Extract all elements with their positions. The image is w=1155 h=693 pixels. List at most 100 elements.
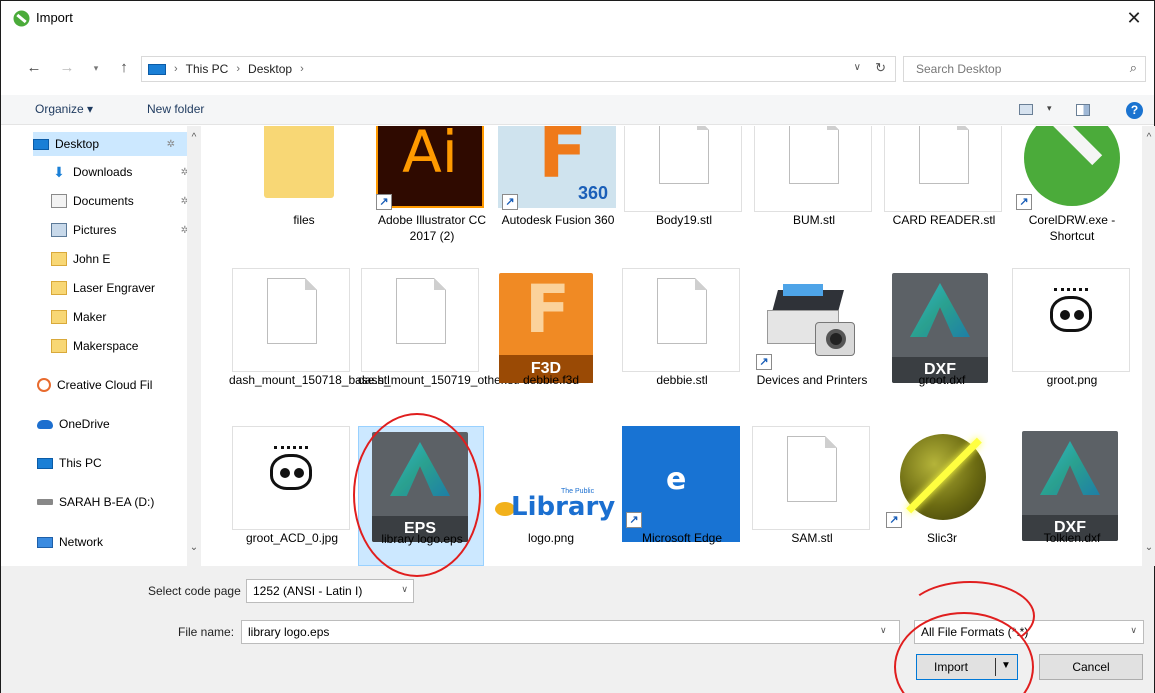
file-item-debbie-stl[interactable]: debbie.stl [619,268,745,408]
more-views-dropdown-icon[interactable]: ▾ [1047,103,1052,114]
sidebar-item-john-e[interactable]: John E [51,247,201,271]
breadcrumb-separator: › [236,63,241,75]
filename-field[interactable] [241,620,900,644]
scroll-up-icon[interactable]: ^ [187,132,201,143]
file-item-coreldraw-shortcut[interactable]: ↗ CorelDRW.exe - Shortcut [1009,126,1135,248]
logo-text: Library [511,492,616,522]
file-item-dash-mount-base[interactable]: dash_mount_150718_base.stl [229,268,390,408]
address-row: ← → ▾ ↑ › This PC › Desktop › ∨ ↻ Search… [1,53,1154,85]
help-icon[interactable]: ? [1126,102,1143,119]
sidebar-item-label: Network [59,535,104,549]
eps-file-icon: EPS [362,427,480,542]
file-label: Body19.stl [655,213,713,227]
f3d-file-icon: F F3D [491,268,609,383]
sidebar-item-this-pc[interactable]: This PC [37,451,187,475]
file-label: SAM.stl [791,531,833,545]
sidebar-item-drive-d[interactable]: SARAH B-EA (D:) [37,490,187,514]
sidebar-item-laser-engraver[interactable]: Laser Engraver [51,276,201,300]
shortcut-arrow-icon: ↗ [756,354,772,370]
file-label: debbie.stl [656,373,708,387]
file-item-debbie-f3d[interactable]: F F3D debbie.f3d [488,268,614,408]
sidebar-item-network[interactable]: Network [37,530,187,554]
file-item-tolkien-dxf[interactable]: DXF Tolkien.dxf [1009,426,1135,566]
file-label: library logo.eps [381,532,463,546]
file-item-card-reader-stl[interactable]: CARD READER.stl [881,126,1007,248]
breadcrumb-desktop[interactable]: Desktop [248,62,292,76]
sidebar-item-makerspace[interactable]: Makerspace [51,334,201,358]
file-label: files [293,213,315,227]
change-view-icon[interactable] [1019,104,1033,115]
file-type-select[interactable]: All File Formats (*.*) ∨ [914,620,1144,644]
file-list-scrollbar[interactable]: ^ ⌄ [1142,126,1155,566]
file-item-logo-png[interactable]: The Public Library logo.png [488,426,616,566]
file-item-sam-stl[interactable]: SAM.stl [749,426,875,566]
preview-pane-icon[interactable] [1076,104,1090,116]
file-item-dash-mount-other[interactable]: dash_mount_150719_other.stl [358,268,520,408]
scroll-up-icon[interactable]: ^ [1142,132,1155,143]
sidebar-item-downloads[interactable]: ⬇ Downloads ✲ [51,160,201,184]
filename-history-dropdown-icon[interactable]: ∨ [880,625,887,636]
network-icon [37,536,53,548]
organize-menu-button[interactable]: Organize ▾ [35,102,93,116]
blank-document-icon [884,126,1002,212]
this-pc-icon [148,63,166,75]
file-item-adobe-illustrator[interactable]: Ai ↗ Adobe Illustrator CC 2017 (2) [369,126,495,248]
sidebar-item-label: Desktop [55,137,100,151]
f-glyph: F [525,271,571,348]
sidebar-item-pictures[interactable]: Pictures ✲ [51,218,201,242]
onedrive-icon [37,419,53,429]
back-button[interactable]: ← [23,59,45,76]
dxf-file-icon: DXF [882,268,1000,383]
blank-document-icon [622,268,740,372]
file-item-devices-printers[interactable]: ↗ Devices and Printers [749,268,875,408]
search-placeholder: Search Desktop [916,62,1002,76]
sidebar-item-desktop[interactable]: Desktop ✲ [33,132,187,156]
printer-icon: ↗ [752,268,870,372]
sidebar-item-documents[interactable]: Documents ✲ [51,189,201,213]
shortcut-arrow-icon: ↗ [502,194,518,210]
edge-glyph: e [666,462,687,497]
file-label: dash_mount_150719_other.stl [358,373,520,387]
file-item-groot-acd-jpg[interactable]: groot_ACD_0.jpg [229,426,355,566]
import-button[interactable]: Import ▼ [916,654,1018,680]
address-bar[interactable]: › This PC › Desktop › ∨ ↻ [141,56,896,82]
file-item-fusion-360[interactable]: F 360 ↗ Autodesk Fusion 360 [495,126,621,248]
sidebar-item-maker[interactable]: Maker [51,305,201,329]
pin-icon: ✲ [166,138,175,150]
sidebar-item-onedrive[interactable]: OneDrive [37,412,187,436]
dxf-file-icon: DXF [1012,426,1130,541]
scroll-down-icon[interactable]: ⌄ [1142,542,1155,553]
file-item-library-logo-eps[interactable]: EPS library logo.eps [358,426,484,566]
file-item-bum-stl[interactable]: BUM.stl [751,126,877,248]
recent-locations-button[interactable]: ▾ [85,63,107,74]
file-item-groot-png[interactable]: groot.png [1009,268,1135,408]
scroll-down-icon[interactable]: ⌄ [187,542,201,553]
navigation-pane: Desktop ✲ ⬇ Downloads ✲ Documents ✲ Pict… [1,126,201,566]
file-item-groot-dxf[interactable]: DXF groot.dxf [879,268,1005,408]
up-button[interactable]: ↑ [113,59,135,76]
search-icon: ⌕ [1129,60,1137,75]
address-dropdown-icon[interactable]: ∨ [854,62,861,73]
search-input[interactable]: Search Desktop ⌕ [903,56,1146,82]
file-item-slic3r[interactable]: ↗ Slic3r [879,426,1005,566]
blank-document-icon [361,268,479,372]
navigation-scrollbar[interactable]: ^ ⌄ [187,126,201,566]
sidebar-item-creative-cloud[interactable]: Creative Cloud Fil [37,373,187,397]
close-button[interactable]: ✕ [1114,1,1154,35]
file-item-microsoft-edge[interactable]: e ↗ Microsoft Edge [619,426,745,566]
title-bar: Import ✕ [1,1,1154,35]
refresh-icon[interactable]: ↻ [875,60,886,76]
desktop-icon [33,138,49,150]
shortcut-arrow-icon: ↗ [376,194,392,210]
breadcrumb-this-pc[interactable]: This PC [186,62,229,76]
file-item-files[interactable]: files [241,126,367,248]
file-item-body19-stl[interactable]: Body19.stl [621,126,747,248]
cancel-button[interactable]: Cancel [1039,654,1143,680]
forward-button[interactable]: → [56,59,78,76]
sidebar-item-label: Downloads [73,165,133,179]
codepage-select[interactable]: 1252 (ANSI - Latin I) ∨ [246,579,414,603]
new-folder-button[interactable]: New folder [147,102,204,116]
sidebar-item-label: Laser Engraver [73,281,156,295]
import-options-arrow-icon[interactable]: ▼ [1001,660,1011,671]
download-icon: ⬇ [53,164,65,180]
